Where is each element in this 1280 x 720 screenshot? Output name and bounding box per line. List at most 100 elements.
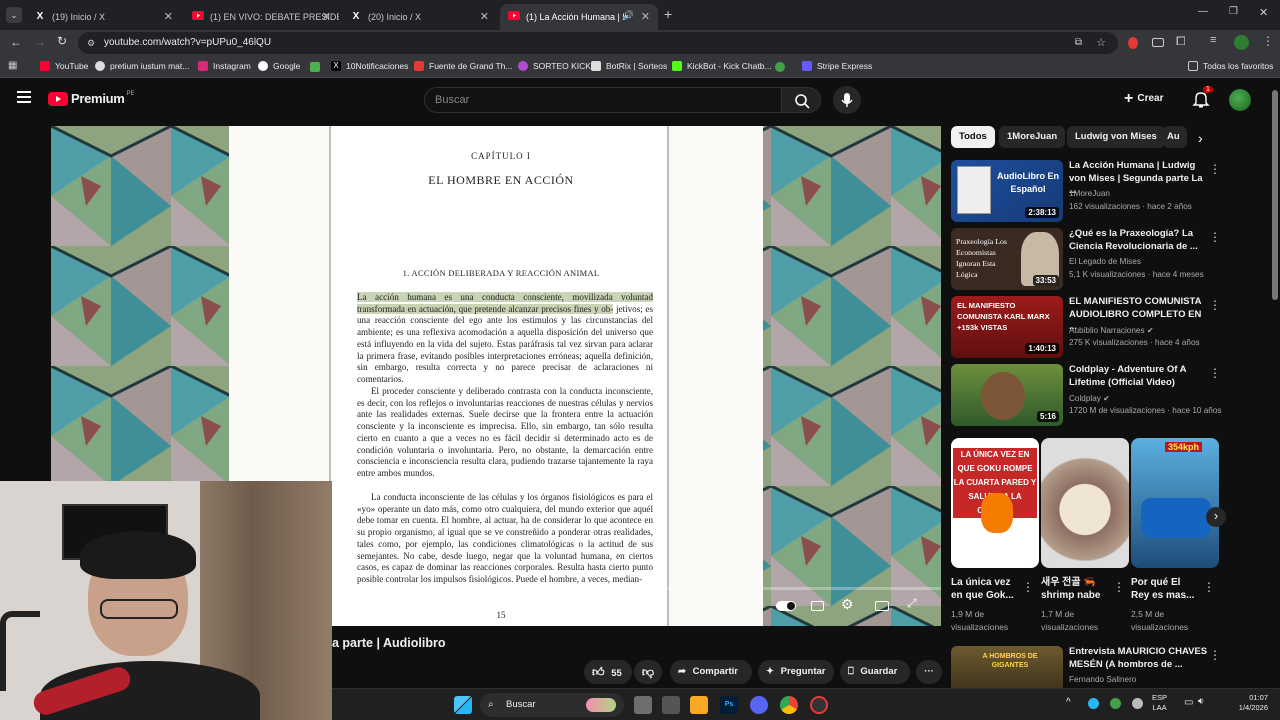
tab-x-inicio-2[interactable]: X (20) Inicio / X ✕ xyxy=(342,4,497,30)
account-avatar[interactable] xyxy=(1229,89,1251,111)
volume-icon[interactable]: 🔉︎ xyxy=(1198,696,1204,707)
windows-start-icon[interactable] xyxy=(454,696,472,714)
subtitles-icon[interactable] xyxy=(811,601,824,611)
share-button[interactable]: ➦ Compartir xyxy=(670,660,752,684)
shorts-next-button[interactable]: › xyxy=(1206,507,1226,527)
hamburger-menu-icon[interactable] xyxy=(17,91,31,103)
language-indicator[interactable]: ESP LAA xyxy=(1152,693,1167,713)
more-vertical-icon[interactable]: ⋮ xyxy=(1022,580,1034,594)
back-arrow-icon[interactable]: ← xyxy=(10,35,22,49)
media-control-icon[interactable]: ≡ xyxy=(1210,34,1216,46)
bookmark-10notificaciones[interactable]: X 10Notificaciones xyxy=(331,61,408,71)
extension-icon[interactable] xyxy=(1152,38,1164,47)
clock[interactable]: 01:07 1/4/2026 xyxy=(1212,693,1268,713)
close-tab-icon[interactable]: ✕ xyxy=(641,10,650,23)
recommendation-item[interactable]: EL MANIFIESTO COMUNISTA KARL MARX +153k … xyxy=(951,296,1273,358)
create-button[interactable]: + Crear xyxy=(1124,88,1163,110)
bookmark-grand-theft[interactable]: Fuente de Grand Th... xyxy=(414,61,512,71)
bookmark-botrix[interactable]: BotRix | Sorteos xyxy=(591,61,667,71)
chrome-menu-icon[interactable]: ⋮ xyxy=(1262,34,1274,48)
video-thumbnail[interactable]: EL MANIFIESTO COMUNISTA KARL MARX +153k … xyxy=(951,296,1063,358)
video-thumbnail[interactable]: AudioLibro En Español 2:38:13 xyxy=(951,160,1063,222)
short-thumbnail[interactable]: 354kph xyxy=(1131,438,1219,568)
bookmark-green-icon[interactable] xyxy=(775,62,785,72)
more-vertical-icon[interactable]: ⋮ xyxy=(1209,366,1221,380)
app-icon[interactable] xyxy=(662,696,680,714)
recommendation-item[interactable]: Praxeología Los Economistas Ignoran Esta… xyxy=(951,228,1273,290)
rec-channel[interactable]: Fernando Salinero xyxy=(1069,675,1136,684)
rec-title[interactable]: Entrevista MAURICIO CHAVES MESÉN (A homb… xyxy=(1069,646,1209,671)
more-vertical-icon[interactable]: ⋮ xyxy=(1113,580,1125,594)
close-tab-icon[interactable]: ✕ xyxy=(164,10,173,23)
taskbar-search[interactable]: ⌕ Buscar xyxy=(480,693,624,717)
profile-avatar[interactable] xyxy=(1234,35,1249,50)
chip-todos[interactable]: Todos xyxy=(951,126,995,148)
chevron-up-icon[interactable]: ^ xyxy=(1066,697,1071,708)
short-title[interactable]: Por qué El Rey es mas... xyxy=(1131,576,1201,602)
settings-gear-icon[interactable]: ⚙ xyxy=(841,596,854,613)
extensions-puzzle-icon[interactable]: ⧠ xyxy=(1176,34,1186,49)
bookmark-youtube[interactable]: YouTube xyxy=(40,61,88,71)
app-red-icon[interactable] xyxy=(810,696,828,714)
video-thumbnail[interactable]: Praxeología Los Economistas Ignoran Esta… xyxy=(951,228,1063,290)
rec-channel[interactable]: Aubiblio Narraciones ✔︎ xyxy=(1069,325,1154,335)
miniplayer-icon[interactable] xyxy=(875,601,889,611)
rec-channel[interactable]: El Legado de Mises xyxy=(1069,257,1141,266)
site-info-icon[interactable]: ⚙ xyxy=(87,32,95,54)
tray-icon[interactable] xyxy=(1132,698,1143,709)
close-tab-icon[interactable]: ✕ xyxy=(322,10,331,23)
more-vertical-icon[interactable]: ⋮ xyxy=(1203,580,1215,594)
short-thumbnail[interactable]: LA ÚNICA VEZ EN QUE GOKU ROMPE LA CUARTA… xyxy=(951,438,1039,568)
chip-1morejuan[interactable]: 1MoreJuan xyxy=(999,126,1066,148)
more-vertical-icon[interactable]: ⋮ xyxy=(1209,230,1221,244)
rec-channel[interactable]: Coldplay ✔︎ xyxy=(1069,393,1110,403)
rec-title[interactable]: Coldplay - Adventure Of A Lifetime (Offi… xyxy=(1069,364,1209,389)
install-icon[interactable]: ⧉ xyxy=(1075,32,1082,54)
tab-x-inicio-1[interactable]: X (19) Inicio / X ✕ xyxy=(26,4,181,30)
tray-icon[interactable] xyxy=(1088,698,1099,709)
short-title[interactable]: 새우 전골 🦐 shrimp nabe xyxy=(1041,576,1111,602)
restore-button[interactable]: ❐ xyxy=(1229,6,1238,17)
discord-icon[interactable] xyxy=(750,696,768,714)
video-thumbnail[interactable]: A HOMBROS DE GIGANTES xyxy=(951,646,1063,688)
page-scrollbar[interactable] xyxy=(1272,90,1278,300)
bookmark-kickbot[interactable]: KickBot - Kick Chatb... xyxy=(672,61,772,71)
voice-search-button[interactable] xyxy=(833,86,861,114)
network-icon[interactable]: ▭ xyxy=(1184,697,1193,708)
file-explorer-icon[interactable] xyxy=(690,696,708,714)
chevron-right-icon[interactable]: › xyxy=(1198,130,1203,146)
autoplay-toggle[interactable] xyxy=(776,601,796,611)
more-vertical-icon[interactable]: ⋮ xyxy=(1209,648,1221,662)
fullscreen-icon[interactable]: ⤢ xyxy=(907,596,917,611)
rec-channel[interactable]: 1MoreJuan xyxy=(1069,189,1110,198)
notifications-button[interactable]: 1 xyxy=(1192,86,1213,113)
recommendation-item[interactable]: A HOMBROS DE GIGANTES Entrevista MAURICI… xyxy=(951,646,1273,688)
bookmark-stripe[interactable]: Stripe Express xyxy=(802,61,872,71)
speaker-icon[interactable]: 🔊 xyxy=(623,10,634,21)
search-input[interactable]: Buscar xyxy=(424,87,782,113)
tab-search-button[interactable]: ⌄ xyxy=(6,7,22,23)
short-thumbnail[interactable] xyxy=(1041,438,1129,568)
task-view-icon[interactable] xyxy=(634,696,652,714)
short-title[interactable]: La única vez en que Gok... xyxy=(951,576,1021,602)
more-vertical-icon[interactable]: ⋮ xyxy=(1209,162,1221,176)
save-button[interactable]: ⎕ Guardar xyxy=(840,660,910,684)
rec-title[interactable]: ¿Qué es la Praxeología? La Ciencia Revol… xyxy=(1069,228,1209,253)
all-bookmarks-folder[interactable]: Todos los favoritos xyxy=(1188,61,1273,71)
bookmark-google[interactable]: Google xyxy=(258,61,300,71)
photoshop-icon[interactable]: Ps xyxy=(720,696,738,714)
bookmark-pretium[interactable]: pretium iustum mat... xyxy=(95,61,189,71)
close-tab-icon[interactable]: ✕ xyxy=(480,10,489,23)
new-tab-button[interactable]: + xyxy=(664,6,672,22)
address-bar[interactable]: ⚙ youtube.com/watch?v=pUPu0_46lQU ⧉ ☆ xyxy=(78,32,1118,54)
bookmark-sorteo-kick[interactable]: SORTEO KICK xyxy=(518,61,591,71)
reload-icon[interactable]: ↻ xyxy=(57,34,67,48)
forward-arrow-icon[interactable]: → xyxy=(34,35,46,49)
apps-grid-icon[interactable]: ▦ xyxy=(8,60,17,71)
ask-button[interactable]: ✦ Preguntar xyxy=(758,660,834,684)
chip-au[interactable]: Au xyxy=(1163,126,1187,148)
chip-mises[interactable]: Ludwig von Mises xyxy=(1067,126,1165,148)
youtube-premium-logo[interactable]: Premium PE xyxy=(48,91,135,106)
dislike-button[interactable]: 👎︎ xyxy=(634,660,662,684)
recommendation-item[interactable]: 5:16 Coldplay - Adventure Of A Lifetime … xyxy=(951,364,1273,426)
